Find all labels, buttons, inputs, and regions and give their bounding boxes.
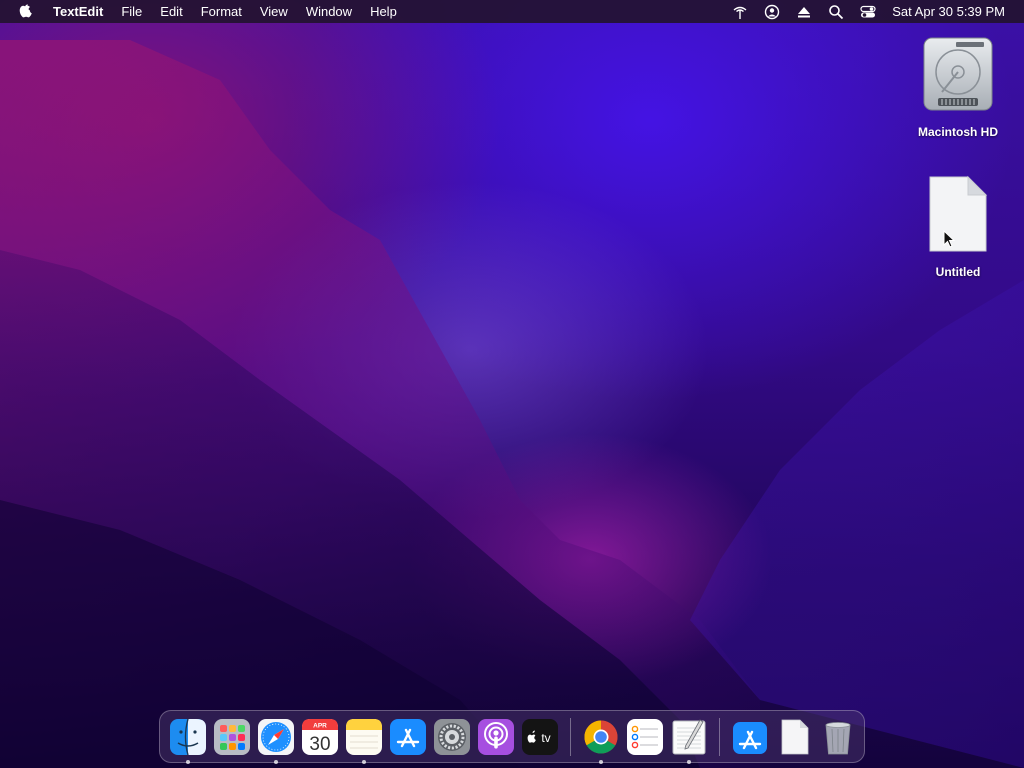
dock-document-stack[interactable] <box>775 718 813 756</box>
running-indicator <box>186 759 190 764</box>
launchpad-icon <box>214 718 250 755</box>
menu-app-name[interactable]: TextEdit <box>46 0 112 23</box>
dock-safari[interactable] <box>257 718 295 764</box>
wallpaper <box>0 40 1024 768</box>
trash-icon <box>825 721 851 754</box>
menu-window[interactable]: Window <box>297 0 361 23</box>
search-icon[interactable] <box>828 4 844 20</box>
finder-icon <box>170 718 206 755</box>
dock-separator <box>719 717 720 756</box>
document-icon <box>781 719 809 754</box>
menu-bar-clock[interactable]: Sat Apr 30 5:39 PM <box>892 4 1005 19</box>
control-center-icon[interactable] <box>860 4 876 20</box>
calendar-month: APR <box>313 722 327 729</box>
dock-chrome[interactable] <box>582 718 620 764</box>
dock-app-store[interactable] <box>389 718 427 756</box>
dock-separator <box>570 717 571 756</box>
textedit-icon <box>672 718 706 754</box>
mouse-cursor-icon <box>943 230 955 248</box>
app-store-icon <box>390 718 426 755</box>
dock-apple-tv[interactable]: tv <box>521 718 559 756</box>
dock-calendar[interactable]: APR 30 <box>301 718 339 756</box>
desktop-icon-macintosh-hd[interactable]: Macintosh HD <box>903 34 1013 139</box>
safari-icon <box>258 718 294 755</box>
desktop[interactable]: TextEdit File Edit Format View Window He… <box>0 0 1024 768</box>
dock-podcasts[interactable] <box>477 718 515 756</box>
hard-drive-icon <box>923 37 993 111</box>
dock-finder[interactable] <box>169 718 207 764</box>
apple-menu-icon[interactable] <box>19 3 33 20</box>
running-indicator <box>274 759 278 764</box>
menu-help[interactable]: Help <box>361 0 406 23</box>
dock-trash[interactable] <box>819 718 857 756</box>
calendar-icon: APR 30 <box>302 718 338 755</box>
airdrop-icon[interactable] <box>732 4 748 20</box>
reminders-icon <box>627 718 663 755</box>
dock: APR 30 tv <box>159 710 865 764</box>
eject-icon[interactable] <box>796 4 812 20</box>
dock-system-preferences[interactable] <box>433 718 471 756</box>
desktop-icon-untitled[interactable]: Untitled <box>903 174 1013 279</box>
menu-bar: TextEdit File Edit Format View Window He… <box>0 0 1024 23</box>
menu-file[interactable]: File <box>112 0 151 23</box>
running-indicator <box>599 759 603 764</box>
menu-view[interactable]: View <box>251 0 297 23</box>
menu-edit[interactable]: Edit <box>151 0 191 23</box>
chrome-icon <box>584 720 618 754</box>
notes-icon <box>346 718 382 755</box>
running-indicator <box>362 759 366 764</box>
apple-tv-icon: tv <box>522 718 558 755</box>
dock-notes[interactable] <box>345 718 383 764</box>
podcasts-icon <box>478 718 514 755</box>
document-icon <box>929 175 988 252</box>
menu-format[interactable]: Format <box>192 0 251 23</box>
user-account-icon[interactable] <box>764 4 780 20</box>
gear-icon <box>434 718 470 755</box>
desktop-icon-label: Macintosh HD <box>917 125 998 139</box>
app-store-download-icon <box>733 721 767 754</box>
tv-label: tv <box>541 731 550 745</box>
desktop-icon-label: Untitled <box>935 265 981 279</box>
calendar-day: 30 <box>309 734 330 755</box>
dock-launchpad[interactable] <box>213 718 251 756</box>
dock-reminders[interactable] <box>626 718 664 756</box>
dock-downloads-stack[interactable] <box>731 718 769 756</box>
dock-textedit[interactable] <box>670 718 708 764</box>
running-indicator <box>687 759 691 764</box>
